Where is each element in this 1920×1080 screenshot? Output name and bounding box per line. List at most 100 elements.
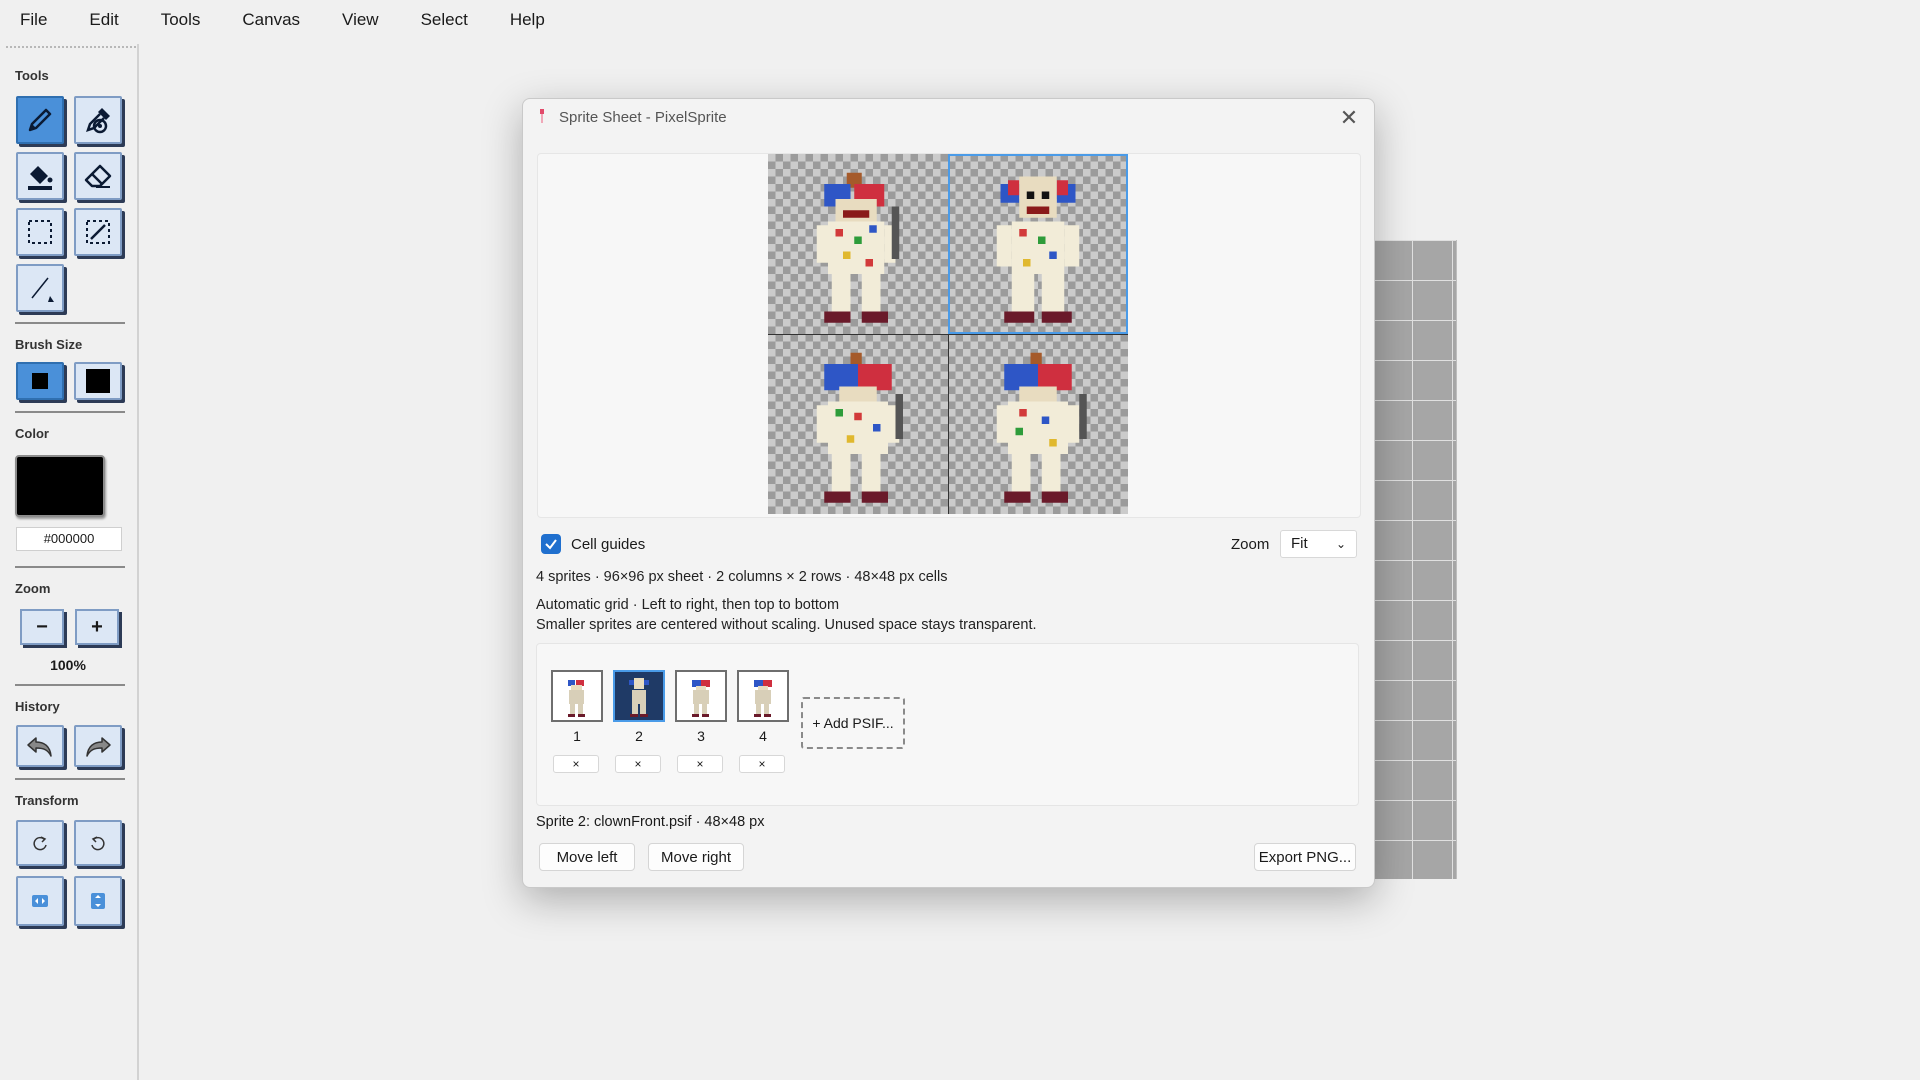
menu-help[interactable]: Help [489, 10, 566, 30]
options-row: Cell guides Zoom Fit ⌄ [541, 530, 1358, 562]
eyedropper-tool-button[interactable] [74, 96, 122, 144]
magic-select-icon [86, 220, 110, 244]
undo-button[interactable] [16, 725, 64, 767]
cell-guides-label[interactable]: Cell guides [571, 536, 645, 553]
zoom-out-button[interactable]: − [20, 609, 64, 645]
panel-grip[interactable] [6, 46, 136, 48]
move-left-button[interactable]: Move left [539, 843, 635, 871]
remove-sprite-2-button[interactable]: × [615, 755, 661, 773]
rotate-right-button[interactable] [74, 820, 122, 866]
brush-size-large-button[interactable] [74, 362, 122, 400]
menu-tools[interactable]: Tools [140, 10, 222, 30]
export-png-button[interactable]: Export PNG... [1254, 843, 1356, 871]
color-hex-field[interactable]: #000000 [16, 527, 122, 551]
sheet-cell-4[interactable] [948, 334, 1128, 514]
flip-vertical-icon [91, 893, 105, 909]
remove-sprite-3-button[interactable]: × [677, 755, 723, 773]
cell-guides-checkbox[interactable] [541, 534, 561, 554]
dialog-titlebar[interactable]: Sprite Sheet - PixelSprite ✕ [523, 99, 1374, 137]
remove-sprite-1-button[interactable]: × [553, 755, 599, 773]
redo-button[interactable] [74, 725, 122, 767]
magic-select-tool-button[interactable] [74, 208, 122, 256]
clown-thumbnail [754, 680, 772, 717]
redo-icon [86, 737, 111, 757]
color-swatch[interactable] [15, 455, 105, 517]
sheet-cell-2[interactable] [948, 154, 1128, 334]
clown-thumbnail [629, 678, 649, 717]
sprite-thumb-4[interactable] [737, 670, 789, 722]
line-tool-button[interactable] [16, 264, 64, 312]
menu-canvas[interactable]: Canvas [221, 10, 321, 30]
menu-select[interactable]: Select [400, 10, 489, 30]
transform-heading: Transform [15, 793, 79, 808]
canvas-grid[interactable] [1372, 240, 1457, 879]
zoom-select[interactable]: Fit ⌄ [1280, 530, 1357, 558]
zoom-level: 100% [50, 657, 86, 673]
checkmark-icon [545, 539, 557, 550]
rect-select-tool-button[interactable] [16, 208, 64, 256]
eraser-icon [84, 164, 112, 188]
menu-file[interactable]: File [0, 10, 68, 30]
layout-note: Smaller sprites are centered without sca… [536, 617, 1037, 633]
clown-sprite-3 [816, 352, 903, 503]
pencil-icon [28, 108, 52, 132]
clown-sprite-4 [996, 352, 1087, 503]
sprite-list-panel [536, 643, 1359, 806]
menu-view[interactable]: View [321, 10, 400, 30]
sheet-cell-1[interactable] [768, 154, 948, 334]
selected-sprite-status: Sprite 2: clownFront.psif · 48×48 px [536, 814, 765, 830]
tool-panel: Tools Brush Size Color #000000 Zoom − + … [0, 44, 139, 1080]
panel-separator [15, 322, 125, 324]
sheet-cell-3[interactable] [768, 334, 948, 514]
panel-separator [15, 684, 125, 686]
menu-bar: File Edit Tools Canvas View Select Help [0, 0, 1920, 40]
flip-vertical-button[interactable] [74, 876, 122, 926]
eraser-tool-button[interactable] [74, 152, 122, 200]
color-heading: Color [15, 426, 49, 441]
brush-large-square [86, 369, 110, 393]
rotate-right-icon [91, 836, 105, 851]
sprite-thumb-3[interactable] [675, 670, 727, 722]
clown-thumbnail [568, 680, 585, 717]
panel-separator [15, 411, 125, 413]
sprite-number: 3 [697, 728, 705, 744]
rotate-left-icon [33, 836, 47, 851]
sprite-thumb-2[interactable] [613, 670, 665, 722]
flip-horizontal-button[interactable] [16, 876, 64, 926]
add-psif-button[interactable]: + Add PSIF... [801, 697, 905, 749]
clown-sprite-2 [996, 176, 1080, 323]
menu-edit[interactable]: Edit [68, 10, 139, 30]
sprite-thumb-1[interactable] [551, 670, 603, 722]
rotate-left-button[interactable] [16, 820, 64, 866]
zoom-label: Zoom [1231, 536, 1270, 553]
remove-sprite-4-button[interactable]: × [739, 755, 785, 773]
sprite-number: 2 [635, 728, 643, 744]
sprite-sheet-preview [768, 154, 1128, 514]
close-icon[interactable]: ✕ [1334, 103, 1364, 133]
tools-heading: Tools [15, 68, 49, 83]
app-icon [540, 109, 544, 123]
brush-size-heading: Brush Size [15, 337, 83, 352]
sprite-number: 4 [759, 728, 767, 744]
history-heading: History [15, 699, 60, 714]
line-icon [31, 277, 54, 302]
flip-horizontal-icon [32, 895, 48, 907]
eyedropper-icon [86, 108, 110, 134]
pencil-tool-button[interactable] [16, 96, 64, 144]
clown-sprite-1 [816, 172, 900, 323]
brush-size-small-button[interactable] [16, 362, 64, 400]
chevron-down-icon: ⌄ [1335, 537, 1346, 551]
sheet-summary: 4 sprites · 96×96 px sheet · 2 columns ×… [536, 569, 948, 585]
zoom-select-value: Fit [1291, 535, 1308, 552]
brush-small-square [32, 373, 48, 389]
fill-tool-button[interactable] [16, 152, 64, 200]
move-right-button[interactable]: Move right [648, 843, 744, 871]
undo-icon [27, 737, 52, 757]
sprite-number: 1 [573, 728, 581, 744]
layout-description: Automatic grid · Left to right, then top… [536, 597, 840, 613]
zoom-in-button[interactable]: + [75, 609, 119, 645]
dialog-title: Sprite Sheet - PixelSprite [559, 109, 727, 126]
panel-separator [15, 566, 125, 568]
clown-thumbnail [692, 680, 710, 717]
fill-bucket-icon [28, 166, 53, 190]
